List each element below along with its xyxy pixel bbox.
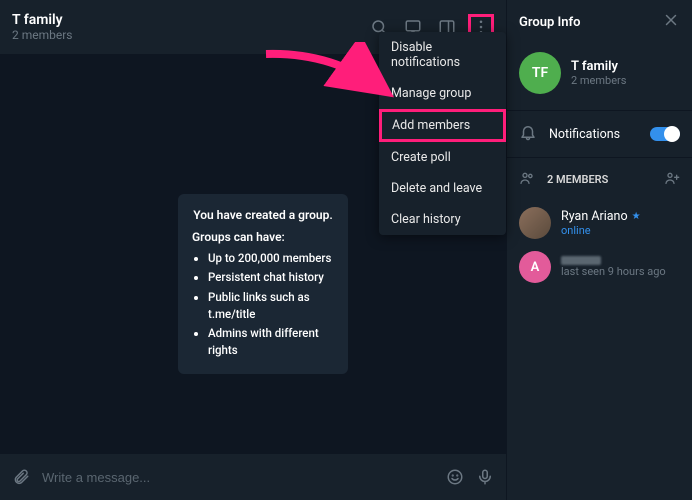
avatar: A [519, 251, 551, 283]
chat-title: T family [12, 12, 366, 28]
notifications-label: Notifications [549, 127, 638, 142]
member-name: Ryan Ariano★ [561, 209, 641, 224]
info-bullet: Persistent chat history [208, 269, 334, 286]
info-subtitle: Groups can have: [192, 228, 334, 246]
group-created-card: You have created a group. Groups can hav… [178, 194, 348, 374]
bell-icon [519, 123, 537, 145]
close-icon[interactable] [662, 11, 680, 33]
notifications-toggle[interactable] [650, 127, 680, 141]
info-bullet: Public links such as t.me/title [208, 289, 334, 324]
attach-icon[interactable] [12, 468, 30, 486]
members-icon [519, 170, 535, 189]
members-header: 2 MEMBERS [547, 173, 608, 186]
member-status: online [561, 224, 641, 237]
message-input[interactable] [42, 470, 434, 485]
add-member-icon[interactable] [664, 170, 680, 189]
annotation-arrow [261, 42, 411, 112]
avatar [519, 207, 551, 239]
chat-title-block[interactable]: T family 2 members [12, 12, 366, 42]
member-row[interactable]: Ryan Ariano★ online [507, 201, 692, 245]
member-status: last seen 9 hours ago [561, 265, 666, 278]
notifications-row[interactable]: Notifications [507, 110, 692, 158]
menu-item-delete-leave[interactable]: Delete and leave [379, 173, 506, 204]
group-member-count: 2 members [571, 74, 626, 87]
info-bullet: Admins with different rights [208, 325, 334, 360]
group-summary[interactable]: TF T family 2 members [507, 44, 692, 110]
mic-icon[interactable] [476, 468, 494, 486]
star-icon: ★ [632, 211, 641, 222]
member-row[interactable]: A last seen 9 hours ago [507, 245, 692, 289]
info-bullet: Up to 200,000 members [208, 250, 334, 267]
message-composer [0, 454, 506, 500]
menu-item-add-members[interactable]: Add members [379, 109, 506, 142]
menu-item-clear-history[interactable]: Clear history [379, 204, 506, 235]
panel-title: Group Info [519, 15, 662, 30]
menu-item-create-poll[interactable]: Create poll [379, 142, 506, 173]
group-name: T family [571, 59, 626, 74]
group-avatar: TF [519, 52, 561, 94]
info-created-text: You have created a group. [192, 206, 334, 224]
member-name [561, 256, 666, 265]
chat-subtitle: 2 members [12, 28, 366, 42]
emoji-icon[interactable] [446, 468, 464, 486]
group-info-panel: Group Info TF T family 2 members Notific… [506, 0, 692, 500]
